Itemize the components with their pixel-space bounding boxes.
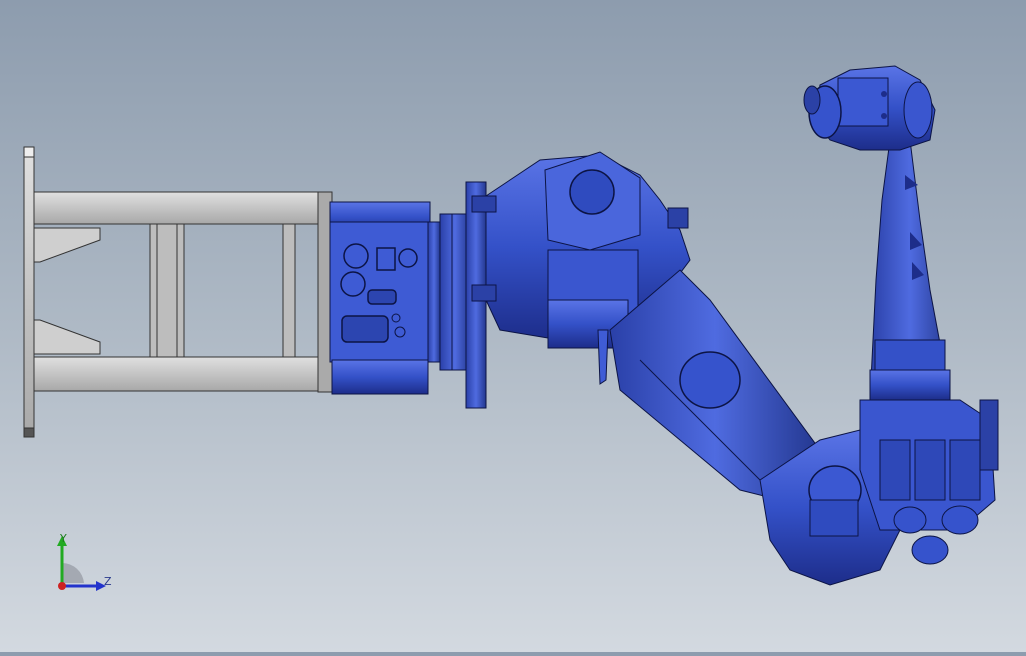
- robot-base[interactable]: [329, 201, 431, 395]
- 3d-viewport[interactable]: Y Z: [0, 0, 1026, 652]
- z-axis-label: Z: [104, 575, 112, 588]
- wrist-assembly[interactable]: [803, 65, 936, 151]
- coordinate-triad: Y Z: [40, 528, 130, 608]
- mounting-frame: [23, 146, 333, 438]
- robot-model-view[interactable]: [0, 0, 1026, 652]
- x-axis-point: [58, 582, 66, 590]
- triad-axes: [57, 536, 106, 591]
- forearm[interactable]: [869, 139, 951, 401]
- triad-plane: [62, 562, 84, 583]
- y-axis-label: Y: [60, 532, 67, 545]
